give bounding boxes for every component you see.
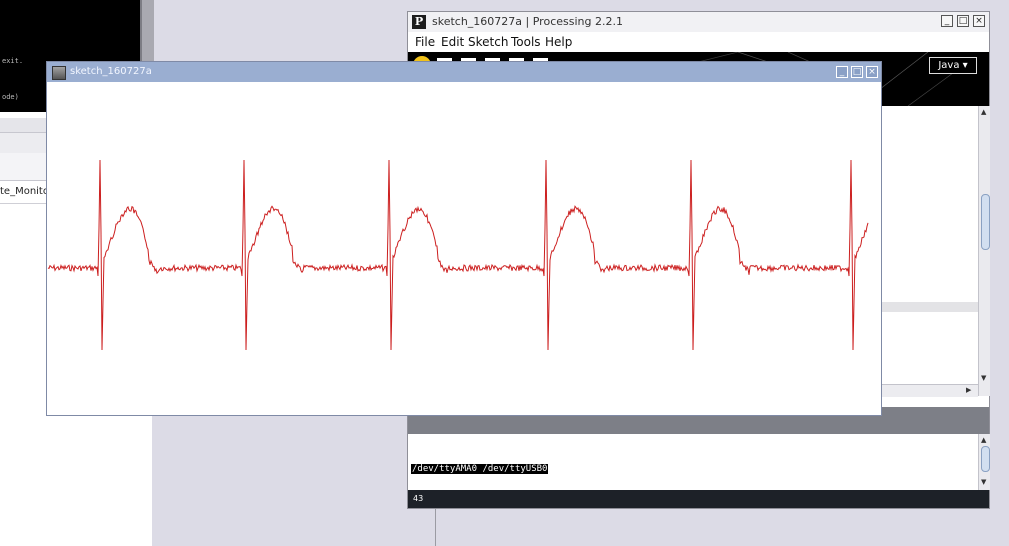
scroll-right-icon[interactable]: ▶ bbox=[966, 386, 971, 394]
minimize-button[interactable]: _ bbox=[941, 15, 953, 27]
scroll-up-icon[interactable]: ▲ bbox=[981, 436, 986, 444]
sketch-window-title: sketch_160727a bbox=[70, 66, 152, 77]
editor-vertical-scrollbar[interactable]: ▲ ▼ bbox=[978, 106, 990, 396]
sketch-canvas bbox=[47, 159, 869, 351]
line-number: 43 bbox=[413, 494, 424, 503]
sketch-title-bar[interactable]: sketch_160727a _ □ × bbox=[47, 62, 881, 82]
ide-menu-bar: File Edit Sketch Tools Help bbox=[408, 32, 989, 52]
ide-window-title: sketch_160727a | Processing 2.2.1 bbox=[432, 15, 623, 28]
menu-sketch[interactable]: Sketch bbox=[468, 35, 508, 49]
menu-edit[interactable]: Edit bbox=[441, 35, 464, 49]
close-button[interactable]: × bbox=[973, 15, 985, 27]
console-area: /dev/ttyAMA0 /dev/ttyUSB0 bbox=[408, 434, 978, 490]
terminal-line: exit. bbox=[2, 57, 24, 65]
console-scrollbar[interactable]: ▲ ▼ bbox=[978, 434, 990, 490]
editor-horizontal-scrollbar[interactable]: ▶ bbox=[878, 384, 978, 397]
maximize-button[interactable]: □ bbox=[957, 15, 969, 27]
scroll-down-icon[interactable]: ▼ bbox=[981, 478, 986, 486]
close-button[interactable]: × bbox=[866, 66, 878, 78]
minimize-button[interactable]: _ bbox=[836, 66, 848, 78]
scroll-down-icon[interactable]: ▼ bbox=[981, 374, 986, 382]
ide-title-bar[interactable]: P sketch_160727a | Processing 2.2.1 _ □ … bbox=[408, 12, 989, 33]
mode-selector[interactable]: Java ▾ bbox=[929, 57, 977, 74]
window-app-icon bbox=[52, 66, 66, 80]
sketch-output-window: sketch_160727a _ □ × bbox=[46, 61, 882, 416]
scrollbar-thumb[interactable] bbox=[981, 446, 990, 472]
menu-help[interactable]: Help bbox=[545, 35, 572, 49]
background-divider bbox=[435, 509, 436, 546]
mode-label: Java bbox=[938, 60, 960, 71]
processing-logo-icon: P bbox=[412, 15, 426, 29]
menu-file[interactable]: File bbox=[415, 35, 435, 49]
scrollbar-thumb[interactable] bbox=[981, 194, 990, 250]
maximize-button[interactable]: □ bbox=[851, 66, 863, 78]
menu-tools[interactable]: Tools bbox=[511, 35, 541, 49]
console-output: /dev/ttyAMA0 /dev/ttyUSB0 bbox=[411, 464, 549, 474]
chevron-down-icon: ▾ bbox=[962, 60, 968, 71]
scroll-up-icon[interactable]: ▲ bbox=[981, 108, 986, 116]
terminal-line: ode) bbox=[2, 93, 19, 101]
ecg-waveform bbox=[47, 159, 869, 351]
status-bar: 43 bbox=[408, 490, 989, 508]
